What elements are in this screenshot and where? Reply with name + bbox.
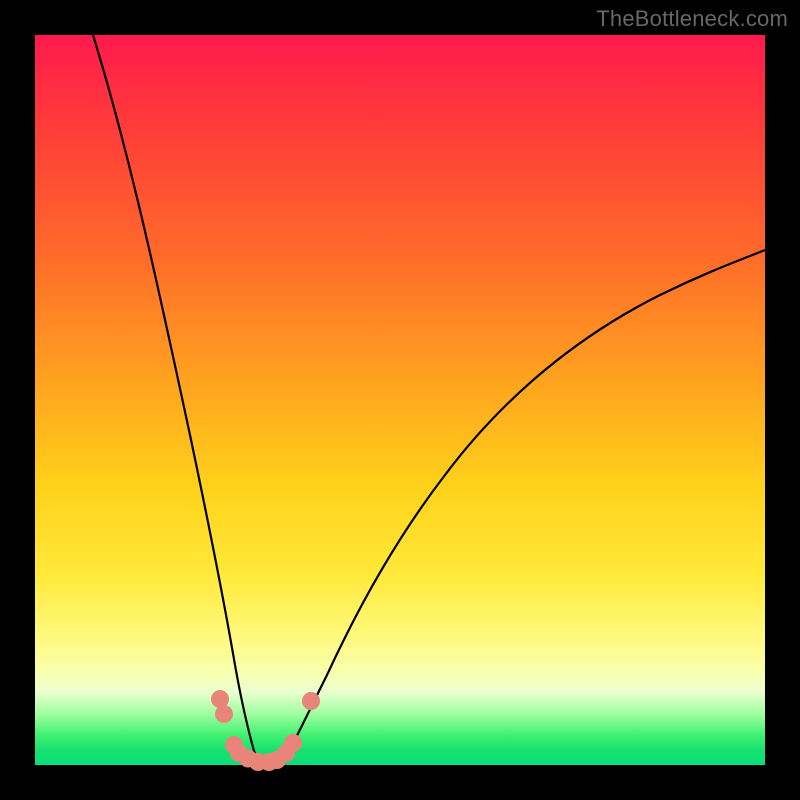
- chart-frame: TheBottleneck.com: [0, 0, 800, 800]
- watermark-text: TheBottleneck.com: [596, 6, 788, 32]
- curve-layer: [35, 35, 765, 765]
- salmon-dots: [211, 690, 320, 771]
- plot-area: [35, 35, 765, 765]
- left-curve: [93, 35, 264, 764]
- right-curve: [282, 250, 765, 764]
